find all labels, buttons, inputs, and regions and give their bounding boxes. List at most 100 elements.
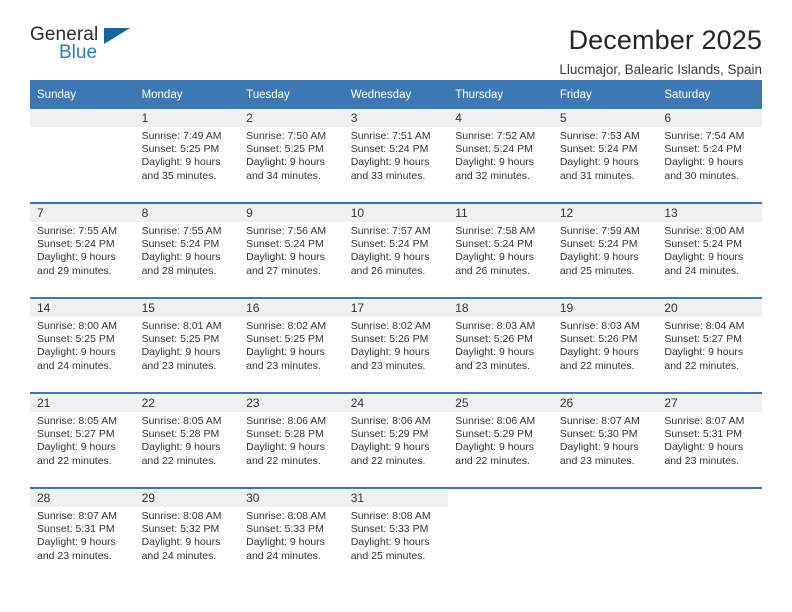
sunset-text: Sunset: 5:32 PM <box>141 523 220 536</box>
daylight-text: and 22 minutes. <box>559 359 635 372</box>
day-number[interactable]: 30 <box>239 487 344 507</box>
daylight-text: and 30 minutes. <box>664 169 740 182</box>
day-number[interactable]: 27 <box>657 392 762 412</box>
week-daynumber-row: 28 29 30 31 <box>30 487 762 507</box>
day-number[interactable]: 15 <box>134 297 240 317</box>
day-number[interactable]: 23 <box>239 392 344 412</box>
day-detail: Sunrise: 8:07 AM Sunset: 5:31 PM Daylight:… <box>30 507 135 582</box>
sunrise-text: Sunrise: 8:07 AM <box>37 510 117 522</box>
day-detail: Sunrise: 8:06 AM Sunset: 5:29 PM Daylight:… <box>448 412 553 488</box>
week-daynumber-row: 123456 <box>30 109 762 127</box>
day-number[interactable]: 18 <box>448 297 553 317</box>
sunset-text: Sunset: 5:28 PM <box>246 428 324 441</box>
day-detail-empty <box>657 507 762 582</box>
day-number[interactable]: 2 <box>239 109 344 127</box>
day-number[interactable]: 9 <box>239 202 344 222</box>
day-number[interactable]: 4 <box>448 109 553 127</box>
day-detail: Sunrise: 7:52 AM Sunset: 5:24 PM Daylight:… <box>448 127 553 203</box>
sunset-text: Sunset: 5:29 PM <box>350 428 429 441</box>
day-number[interactable]: 22 <box>134 392 240 412</box>
day-number[interactable]: 14 <box>30 297 135 317</box>
daylight-text: and 22 minutes. <box>455 454 530 467</box>
sunset-text: Sunset: 5:24 PM <box>664 143 743 156</box>
sunset-text: Sunset: 5:25 PM <box>37 333 115 346</box>
daylight-text: Daylight: 9 hours <box>455 346 535 359</box>
daylight-text: Daylight: 9 hours <box>664 251 744 264</box>
weekday-header-tuesday: Tuesday <box>239 80 344 109</box>
sunset-text: Sunset: 5:24 PM <box>559 143 638 156</box>
daylight-text: and 22 minutes. <box>37 454 112 467</box>
day-detail: Sunrise: 7:50 AM Sunset: 5:25 PM Daylight:… <box>239 127 344 203</box>
sunrise-text: Sunrise: 7:57 AM <box>350 225 431 237</box>
sunrise-text: Sunrise: 8:03 AM <box>455 320 536 332</box>
day-number[interactable]: 21 <box>30 392 135 412</box>
day-number[interactable]: 26 <box>552 392 658 412</box>
daylight-text: Daylight: 9 hours <box>141 536 221 549</box>
day-number[interactable]: 24 <box>343 392 449 412</box>
daylight-text: Daylight: 9 hours <box>664 156 744 169</box>
sunset-text: Sunset: 5:24 PM <box>455 143 533 156</box>
day-number[interactable]: 20 <box>657 297 762 317</box>
sunset-text: Sunset: 5:24 PM <box>246 238 324 251</box>
daylight-text: Daylight: 9 hours <box>141 441 221 454</box>
day-detail: Sunrise: 8:02 AM Sunset: 5:26 PM Daylight:… <box>343 317 449 393</box>
day-cell-empty <box>448 487 553 507</box>
day-number[interactable]: 11 <box>448 202 553 222</box>
week-detail-row: Sunrise: 8:05 AM Sunset: 5:27 PM Daylight:… <box>30 412 762 488</box>
day-number[interactable]: 19 <box>552 297 658 317</box>
daylight-text: Daylight: 9 hours <box>350 346 430 359</box>
day-number[interactable]: 29 <box>134 487 240 507</box>
day-detail: Sunrise: 7:56 AM Sunset: 5:24 PM Daylight:… <box>239 222 344 298</box>
day-detail: Sunrise: 8:08 AM Sunset: 5:33 PM Daylight:… <box>239 507 344 582</box>
daylight-text: and 22 minutes. <box>664 359 740 372</box>
daylight-text: and 25 minutes. <box>559 264 635 277</box>
day-number[interactable]: 8 <box>134 202 240 222</box>
weekday-header-saturday: Saturday <box>657 80 762 109</box>
day-number[interactable]: 12 <box>552 202 658 222</box>
daylight-text: Daylight: 9 hours <box>37 346 116 359</box>
sunrise-text: Sunrise: 7:53 AM <box>559 130 640 142</box>
sunrise-text: Sunrise: 8:02 AM <box>350 320 431 332</box>
sunrise-text: Sunrise: 8:05 AM <box>37 415 117 427</box>
day-detail: Sunrise: 7:55 AM Sunset: 5:24 PM Daylight:… <box>134 222 240 298</box>
weekday-header-friday: Friday <box>552 80 658 109</box>
day-detail: Sunrise: 7:59 AM Sunset: 5:24 PM Daylight:… <box>552 222 658 298</box>
day-number[interactable]: 10 <box>343 202 449 222</box>
daylight-text: Daylight: 9 hours <box>37 251 116 264</box>
daylight-text: Daylight: 9 hours <box>455 441 535 454</box>
day-detail: Sunrise: 8:04 AM Sunset: 5:27 PM Daylight:… <box>657 317 762 393</box>
day-number[interactable]: 3 <box>343 109 449 127</box>
sunrise-text: Sunrise: 8:07 AM <box>664 415 745 427</box>
daylight-text: Daylight: 9 hours <box>350 536 430 549</box>
sunrise-text: Sunrise: 8:08 AM <box>141 510 222 522</box>
sunset-text: Sunset: 5:26 PM <box>559 333 638 346</box>
day-detail: Sunrise: 8:03 AM Sunset: 5:26 PM Daylight:… <box>552 317 658 393</box>
day-number[interactable]: 6 <box>657 109 762 127</box>
day-number[interactable]: 25 <box>448 392 553 412</box>
day-cell-empty <box>552 487 658 507</box>
day-number[interactable]: 13 <box>657 202 762 222</box>
sunrise-text: Sunrise: 8:02 AM <box>246 320 327 332</box>
sunrise-text: Sunrise: 7:56 AM <box>246 225 327 237</box>
sunset-text: Sunset: 5:27 PM <box>37 428 115 441</box>
sunrise-text: Sunrise: 7:49 AM <box>141 130 222 142</box>
page-header: General Blue December 2025 Llucmajor, Ba… <box>30 0 762 77</box>
day-number[interactable]: 17 <box>343 297 449 317</box>
daylight-text: and 29 minutes. <box>37 264 112 277</box>
daylight-text: Daylight: 9 hours <box>246 346 325 359</box>
calendar-header-row: Sunday Monday Tuesday Wednesday Thursday Frid… <box>30 80 762 109</box>
day-number[interactable]: 31 <box>343 487 449 507</box>
day-number[interactable]: 16 <box>239 297 344 317</box>
day-detail: Sunrise: 8:00 AM Sunset: 5:25 PM Daylight:… <box>30 317 135 393</box>
day-number[interactable]: 7 <box>30 202 135 222</box>
daylight-text: Daylight: 9 hours <box>141 156 221 169</box>
weekday-header-sunday: Sunday <box>30 80 135 109</box>
daylight-text: Daylight: 9 hours <box>559 346 639 359</box>
week-detail-row: Sunrise: 8:07 AM Sunset: 5:31 PM Daylight:… <box>30 507 762 582</box>
day-number[interactable]: 5 <box>552 109 658 127</box>
day-number[interactable]: 28 <box>30 487 135 507</box>
daylight-text: and 24 minutes. <box>37 359 112 372</box>
sunset-text: Sunset: 5:33 PM <box>246 523 324 536</box>
day-number[interactable]: 1 <box>134 109 240 127</box>
daylight-text: and 31 minutes. <box>559 169 635 182</box>
